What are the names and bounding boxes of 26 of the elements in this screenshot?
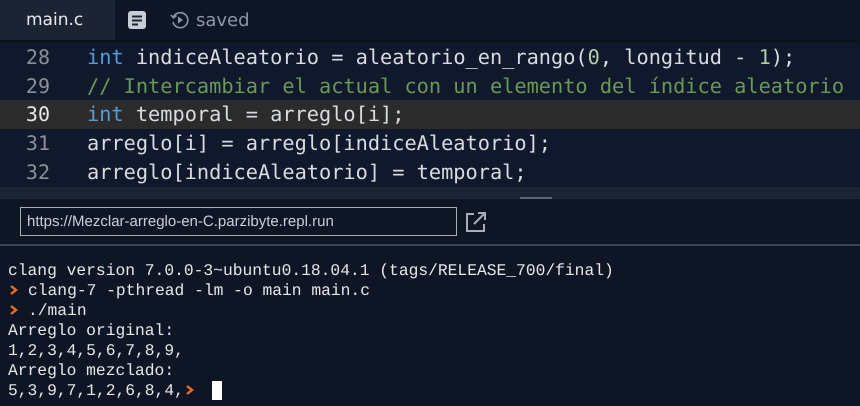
url-field[interactable]: https://Mezclar-arreglo-en-C.parzibyte.repl.run xyxy=(20,207,457,236)
document-icon[interactable] xyxy=(128,11,146,29)
line-number: 31 xyxy=(24,131,50,156)
terminal-output: 5,3,9,7,1,2,6,8,4, xyxy=(8,380,184,400)
history-icon xyxy=(170,10,190,30)
code-line: arreglo[indiceAleatorio] = temporal; xyxy=(87,160,527,184)
file-tab[interactable]: main.c xyxy=(0,0,115,40)
code-line: int indiceAleatorio = aleatorio_en_rango(0, longitud - 1); xyxy=(87,45,796,70)
line-number: 30 xyxy=(24,102,50,126)
terminal-output: 1,2,3,4,5,6,7,8,9, xyxy=(8,340,184,360)
terminal-output: clang version 7.0.0-3~ubuntu0.18.04.1 (tags/RELEASE_700/final) xyxy=(8,260,614,280)
terminal-output: Arreglo mezclado: xyxy=(8,360,174,380)
external-link-icon[interactable] xyxy=(465,210,487,232)
horizontal-scrollbar[interactable] xyxy=(0,187,860,199)
text-cursor xyxy=(212,380,222,400)
prompt-icon xyxy=(186,385,194,395)
line-number: 28 xyxy=(24,45,50,70)
terminal-output: Arreglo original: xyxy=(8,320,174,340)
code-line: // Intercambiar el actual con un elemento del índice aleatorio xyxy=(87,74,844,98)
terminal-command: ./main xyxy=(28,300,87,320)
line-number: 32 xyxy=(24,160,50,184)
save-status: saved xyxy=(196,10,250,30)
code-line: arreglo[i] = arreglo[indiceAleatorio]; xyxy=(87,131,551,156)
code-line: int temporal = arreglo[i]; xyxy=(87,102,404,126)
terminal-command: clang-7 -pthread -lm -o main main.c xyxy=(28,280,370,300)
line-number: 29 xyxy=(24,74,50,98)
